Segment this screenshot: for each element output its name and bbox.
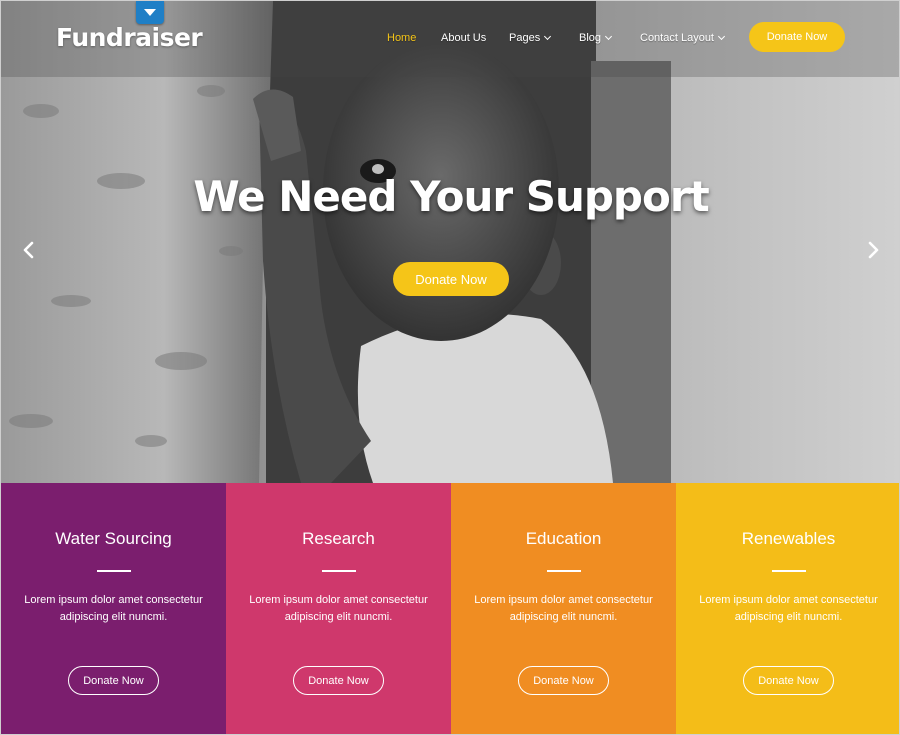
card-text: Lorem ipsum dolor amet consectetur adipi… [24, 594, 203, 623]
nav-item-home[interactable]: Home [387, 32, 416, 44]
nav-item-about-us[interactable]: About Us [441, 32, 486, 44]
card-divider [772, 570, 806, 572]
card-title: Research [302, 529, 375, 548]
caret-down-icon[interactable] [136, 1, 164, 24]
chevron-left-icon[interactable] [21, 241, 35, 259]
nav-item-pages[interactable]: Pages [509, 32, 552, 44]
nav-item-contact-layout[interactable]: Contact Layout [640, 32, 726, 44]
chevron-down-icon [544, 32, 552, 41]
card-education: Education Lorem ipsum dolor amet consect… [451, 483, 676, 734]
card-donate-button[interactable]: Donate Now [68, 666, 159, 695]
nav-label: Blog [579, 32, 602, 44]
card-renewables: Renewables Lorem ipsum dolor amet consec… [676, 483, 899, 734]
card-title: Renewables [741, 529, 836, 548]
chevron-right-icon[interactable] [867, 241, 881, 259]
card-title: Water Sourcing [55, 529, 172, 548]
nav-label: Contact Layout [640, 32, 714, 44]
hero-slider: Fundraiser Home About Us Pages Blog Cont… [1, 1, 899, 483]
hero-headline: We Need Your Support [193, 172, 709, 221]
hero-donate-button[interactable]: Donate Now [393, 262, 509, 296]
card-water-sourcing: Water Sourcing Lorem ipsum dolor amet co… [1, 483, 226, 734]
header-donate-button[interactable]: Donate Now [749, 22, 845, 52]
card-divider [547, 570, 581, 572]
site-logo[interactable]: Fundraiser [56, 23, 203, 52]
card-donate-button[interactable]: Donate Now [518, 666, 609, 695]
nav-label: About Us [441, 32, 487, 44]
card-donate-button[interactable]: Donate Now [743, 666, 834, 695]
card-text: Lorem ipsum dolor amet consectetur adipi… [474, 594, 653, 623]
card-divider [322, 570, 356, 572]
card-title: Education [525, 529, 602, 548]
card-text: Lorem ipsum dolor amet consectetur adipi… [249, 594, 428, 623]
nav-label: Pages [509, 32, 541, 44]
card-donate-button[interactable]: Donate Now [293, 666, 384, 695]
cause-cards: Water Sourcing Lorem ipsum dolor amet co… [1, 483, 899, 734]
page-frame: Fundraiser Home About Us Pages Blog Cont… [0, 0, 900, 735]
card-divider [97, 570, 131, 572]
nav-item-blog[interactable]: Blog [579, 32, 613, 44]
chevron-down-icon [604, 32, 613, 41]
nav-label: Home [387, 32, 417, 44]
chevron-down-icon [717, 32, 726, 41]
card-research: Research Lorem ipsum dolor amet consecte… [226, 483, 451, 734]
card-text: Lorem ipsum dolor amet consectetur adipi… [699, 594, 878, 623]
